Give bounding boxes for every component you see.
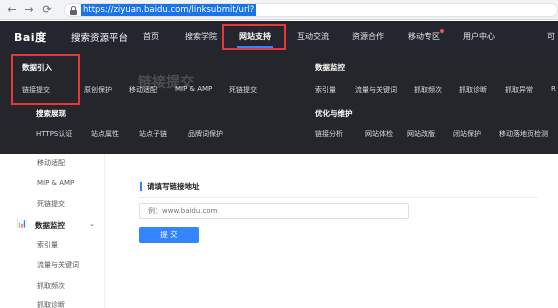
- forward-arrow-icon[interactable]: →: [22, 3, 36, 17]
- dropdown-mip-amp[interactable]: MIP & AMP: [175, 85, 212, 93]
- sidebar-item-deadlink[interactable]: 死链提交: [37, 199, 65, 209]
- platform-title[interactable]: 搜索资源平台: [71, 30, 128, 44]
- highlight-box-nav: [222, 24, 286, 50]
- dropdown-site-attr[interactable]: 站点属性: [91, 129, 119, 139]
- dropdown-mobile-landing[interactable]: 移动落地页检测: [499, 129, 548, 139]
- dropdown-overflow[interactable]: R: [551, 85, 556, 93]
- dropdown-original-protect[interactable]: 原创保护: [84, 85, 112, 95]
- sidebar: 移动适配 MIP & AMP 死链提交 📊 数据监控 ⌄ 索引量 流量与关键词 …: [0, 154, 105, 308]
- dropdown-sitelinks[interactable]: 站点子链: [139, 129, 167, 139]
- dropdown-crawl-diag[interactable]: 抓取诊断: [459, 85, 487, 95]
- notification-dot: [440, 29, 444, 33]
- dropdown-https[interactable]: HTTPS认证: [36, 129, 72, 139]
- nav-item-academy[interactable]: 搜索学院: [185, 31, 217, 42]
- address-bar[interactable]: https://ziyuan.baidu.com/linksubmit/url?: [64, 3, 558, 17]
- sidebar-item-mip-amp[interactable]: MIP & AMP: [37, 179, 74, 187]
- dropdown-crawl-error[interactable]: 抓取异常: [505, 85, 533, 95]
- dropdown-group-optimize: 优化与维护: [315, 109, 353, 118]
- nav-item-mobile[interactable]: 移动专区: [408, 31, 440, 42]
- lock-icon: [70, 6, 77, 15]
- dropdown-deadlink[interactable]: 死链提交: [229, 85, 257, 95]
- chevron-down-icon[interactable]: ⌄: [89, 220, 95, 228]
- nav-item-interaction[interactable]: 互动交流: [297, 31, 329, 42]
- dropdown-index[interactable]: 索引量: [315, 85, 336, 95]
- divider: [138, 197, 538, 198]
- baidu-logo[interactable]: Bai度: [14, 29, 47, 45]
- nav-item-home[interactable]: 首页: [143, 31, 159, 42]
- dropdown-link-analysis[interactable]: 链接分析: [315, 129, 343, 139]
- sidebar-section-monitor[interactable]: 数据监控: [35, 220, 65, 231]
- nav-item-overflow[interactable]: 可: [547, 31, 555, 42]
- submit-button[interactable]: 提 交: [139, 227, 199, 243]
- highlight-box-submenu: [11, 54, 80, 105]
- dropdown-group-monitor: 数据监控: [315, 63, 345, 72]
- sidebar-item-crawl-diag[interactable]: 抓取诊断: [37, 300, 65, 308]
- dropdown-site-check[interactable]: 网站体检: [365, 129, 393, 139]
- url-text[interactable]: https://ziyuan.baidu.com/linksubmit/url?: [81, 4, 257, 16]
- reload-icon[interactable]: ⟳: [40, 3, 54, 17]
- main-content: 请填写链接地址 提 交: [106, 154, 558, 308]
- dropdown-crawl-freq[interactable]: 抓取频次: [414, 85, 442, 95]
- chart-icon: 📊: [17, 219, 27, 228]
- url-input[interactable]: [139, 203, 409, 219]
- dropdown-site-revision[interactable]: 网站改版: [407, 129, 435, 139]
- dropdown-mobile-adapt[interactable]: 移动适配: [129, 85, 157, 95]
- nav-item-resources[interactable]: 资源合作: [352, 31, 384, 42]
- browser-toolbar: ← → ⟳ https://ziyuan.baidu.com/linksubmi…: [0, 0, 558, 20]
- form-label: 请填写链接地址: [140, 182, 200, 191]
- dropdown-traffic[interactable]: 流量与关键词: [355, 85, 397, 95]
- nav-item-user-center[interactable]: 用户中心: [463, 31, 495, 42]
- back-arrow-icon[interactable]: ←: [5, 3, 19, 17]
- site-support-dropdown: 链接提交 数据引入 链接提交 原创保护 移动适配 MIP & AMP 死链提交 …: [0, 52, 558, 154]
- sidebar-item-mobile-adapt[interactable]: 移动适配: [37, 158, 65, 168]
- sidebar-item-index[interactable]: 索引量: [37, 240, 58, 250]
- sidebar-item-traffic[interactable]: 流量与关键词: [37, 260, 79, 270]
- screenshot-root: ← → ⟳ https://ziyuan.baidu.com/linksubmi…: [0, 0, 558, 308]
- dropdown-close-protect[interactable]: 闭站保护: [453, 129, 481, 139]
- sidebar-item-crawl-freq[interactable]: 抓取频次: [37, 281, 65, 291]
- dropdown-brand-protect[interactable]: 品牌词保护: [188, 129, 223, 139]
- dropdown-group-search-display: 搜索展现: [36, 109, 66, 118]
